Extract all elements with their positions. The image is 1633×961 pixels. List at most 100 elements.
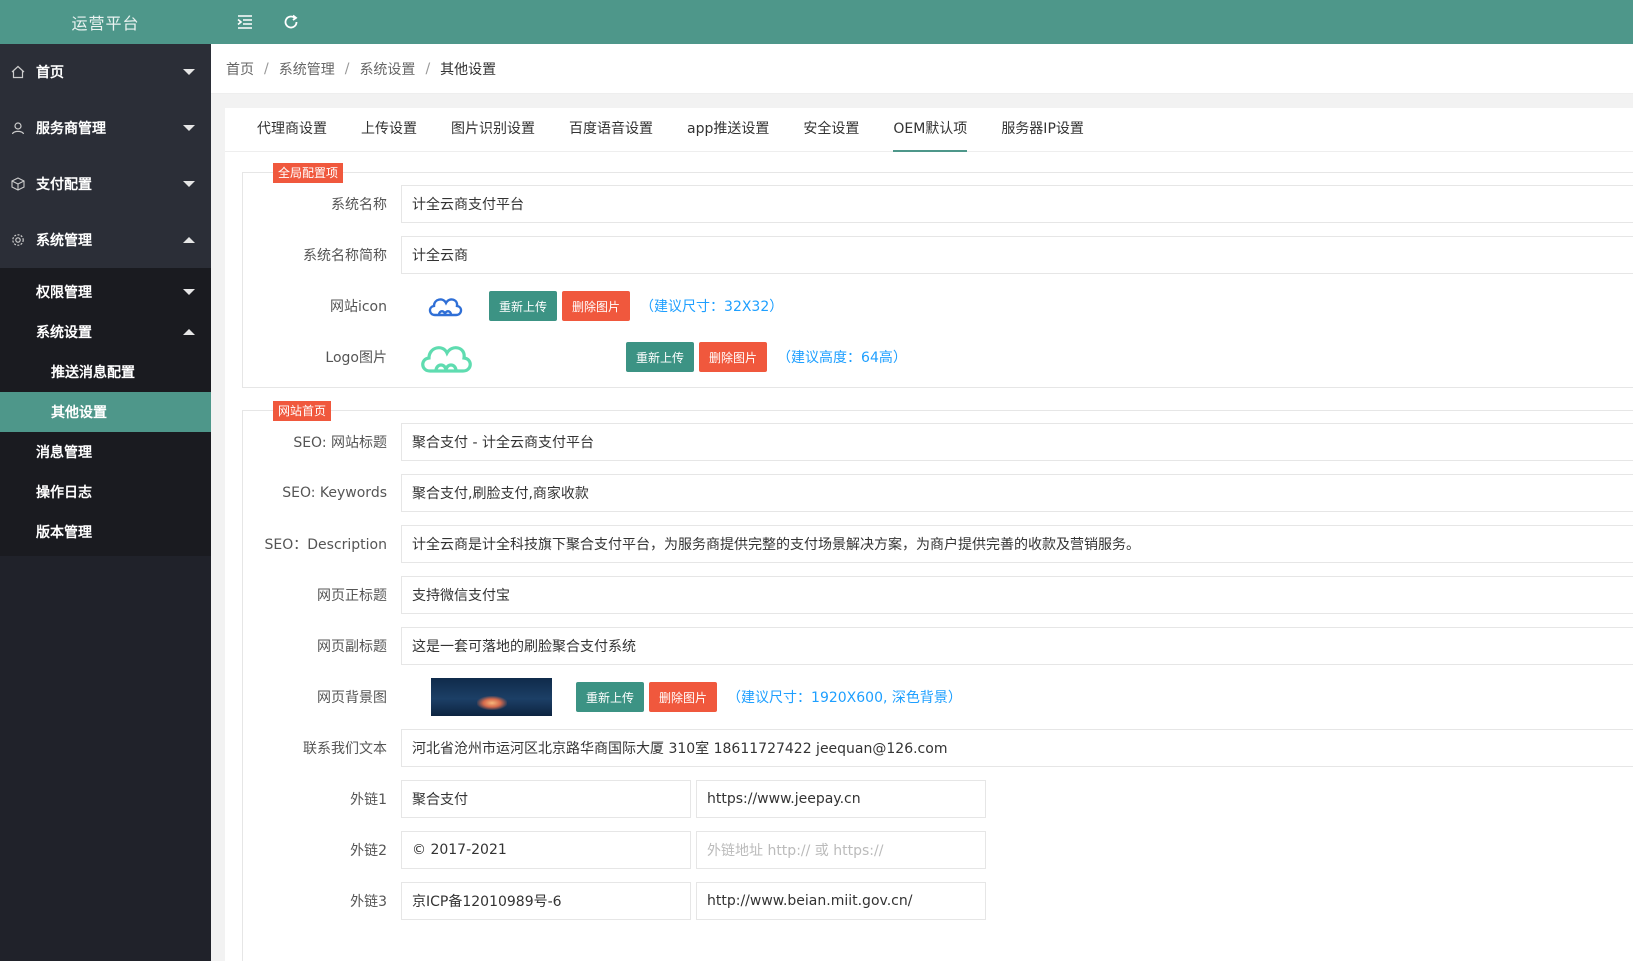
chevron-down-icon	[183, 181, 195, 187]
page-main-title-input[interactable]: 支持微信支付宝	[401, 576, 1633, 614]
sidebar-item-permission[interactable]: 权限管理	[0, 272, 211, 312]
breadcrumb-current: 其他设置	[440, 61, 497, 78]
user-icon	[10, 120, 26, 136]
sidebar-item-label: 首页	[36, 65, 64, 81]
delete-icon-button[interactable]: 删除图片	[562, 291, 631, 321]
logo-preview	[411, 339, 481, 375]
chevron-up-icon	[183, 237, 195, 243]
field-label: 网站icon	[329, 299, 387, 315]
tab-app-push[interactable]: app推送设置	[670, 107, 786, 151]
chevron-down-icon	[183, 289, 195, 295]
field-label: 系统名称简称	[303, 248, 387, 264]
sidebar-item-label: 消息管理	[36, 445, 92, 461]
chevron-down-icon	[183, 125, 195, 131]
sidebar-item-push-config[interactable]: 推送消息配置	[0, 352, 211, 392]
sidebar-item-home[interactable]: 首页	[0, 44, 211, 100]
indent-icon	[237, 15, 252, 29]
sidebar-item-payment-config[interactable]: 支付配置	[0, 156, 211, 212]
field-label: 外链1	[350, 792, 387, 808]
gear-icon	[10, 232, 26, 248]
refresh-button[interactable]	[273, 4, 309, 40]
chevron-down-icon	[183, 69, 195, 75]
sidebar-item-system-settings[interactable]: 系统设置	[0, 312, 211, 352]
icon-size-hint: （建议尺寸：32X32）	[640, 299, 784, 315]
field-label: SEO: Keywords	[282, 485, 387, 501]
field-label: 系统名称	[331, 197, 387, 213]
sidebar-item-providers[interactable]: 服务商管理	[0, 100, 211, 156]
field-label: SEO：Description	[264, 537, 388, 553]
tab-oem-defaults[interactable]: OEM默认项	[876, 107, 984, 152]
breadcrumb-item[interactable]: 系统管理	[279, 59, 335, 79]
field-label: 外链3	[350, 894, 387, 910]
link1-url-input[interactable]: https://www.jeepay.cn	[696, 780, 986, 818]
sidebar-item-label: 操作日志	[36, 485, 92, 501]
seo-description-input[interactable]: 计全云商是计全科技旗下聚合支付平台，为服务商提供完整的支付场景解决方案，为商户提…	[401, 525, 1633, 563]
sidebar-submenu-system: 权限管理 系统设置 推送消息配置 其他设置 消息管理 操作日志 版本管理	[0, 268, 211, 556]
tab-server-ip[interactable]: 服务器IP设置	[984, 107, 1101, 151]
settings-card: 代理商设置 上传设置 图片识别设置 百度语音设置 app推送设置 安全设置 OE…	[225, 108, 1633, 961]
background-image-preview	[431, 678, 552, 716]
breadcrumb: 首页 / 系统管理 / 系统设置 / 其他设置	[211, 44, 1633, 94]
field-label: 网页副标题	[317, 639, 387, 655]
sidebar-item-label: 其他设置	[51, 405, 107, 421]
tab-baidu-voice[interactable]: 百度语音设置	[552, 107, 670, 151]
link1-name-input[interactable]: 聚合支付	[401, 780, 691, 818]
sidebar-item-label: 系统管理	[36, 233, 92, 249]
sidebar-item-version[interactable]: 版本管理	[0, 512, 211, 552]
field-label: 外链2	[350, 843, 387, 859]
settings-tabs: 代理商设置 上传设置 图片识别设置 百度语音设置 app推送设置 安全设置 OE…	[225, 108, 1633, 152]
reupload-icon-button[interactable]: 重新上传	[489, 291, 558, 321]
cloud-logo-icon	[421, 346, 472, 373]
global-config-section: 全局配置项 系统名称 计全云商支付平台 系统名称简称 计全云商 网站icon 重…	[242, 163, 1633, 388]
delete-logo-button[interactable]: 删除图片	[699, 342, 768, 372]
sidebar-item-label: 支付配置	[36, 177, 92, 193]
field-label: 网页正标题	[317, 588, 387, 604]
link2-name-input[interactable]: © 2017-2021	[401, 831, 691, 869]
sidebar-item-label: 推送消息配置	[51, 365, 135, 381]
delete-bg-button[interactable]: 删除图片	[649, 682, 718, 712]
sidebar-item-oplog[interactable]: 操作日志	[0, 472, 211, 512]
field-label: SEO: 网站标题	[293, 435, 387, 451]
system-short-name-input[interactable]: 计全云商	[401, 236, 1633, 274]
page-subtitle-input[interactable]: 这是一套可落地的刷脸聚合支付系统	[401, 627, 1633, 665]
section-legend: 网站首页	[273, 401, 332, 421]
tab-agent[interactable]: 代理商设置	[240, 107, 344, 151]
sidebar-nav: 首页 服务商管理 支付配置 系统管理	[0, 44, 211, 268]
sidebar-item-other-settings[interactable]: 其他设置	[0, 392, 211, 432]
sidebar-item-messages[interactable]: 消息管理	[0, 432, 211, 472]
sidebar-item-label: 系统设置	[36, 325, 92, 341]
seo-title-input[interactable]: 聚合支付 - 计全云商支付平台	[401, 423, 1633, 461]
sidebar-item-label: 版本管理	[36, 525, 92, 541]
chevron-up-icon	[183, 329, 195, 335]
menu-toggle-button[interactable]	[227, 4, 263, 40]
tab-upload[interactable]: 上传设置	[344, 107, 434, 151]
tab-image-recognition[interactable]: 图片识别设置	[434, 107, 552, 151]
contact-text-input[interactable]: 河北省沧州市运河区北京路华商国际大厦 310室 18611727422 jeeq…	[401, 729, 1633, 767]
cloud-logo-icon	[428, 298, 463, 317]
refresh-icon	[284, 14, 298, 29]
home-icon	[10, 64, 26, 80]
field-label: Logo图片	[325, 350, 387, 366]
reupload-logo-button[interactable]: 重新上传	[626, 342, 695, 372]
app-title: 运营平台	[0, 0, 211, 44]
reupload-bg-button[interactable]: 重新上传	[576, 682, 645, 712]
section-legend: 全局配置项	[273, 163, 344, 183]
site-icon-preview	[415, 293, 475, 319]
sidebar-item-system[interactable]: 系统管理	[0, 212, 211, 268]
breadcrumb-item[interactable]: 系统设置	[359, 59, 415, 79]
website-home-section: 网站首页 SEO: 网站标题 聚合支付 - 计全云商支付平台 SEO: Keyw…	[242, 401, 1633, 961]
sidebar: 运营平台 首页 服务商管理 支付配置 系统管理 权限管理 系统设置 推送消息配置…	[0, 0, 211, 961]
sidebar-item-label: 服务商管理	[36, 121, 106, 137]
top-header	[211, 0, 1633, 44]
tab-security[interactable]: 安全设置	[786, 107, 876, 151]
sidebar-item-label: 权限管理	[36, 285, 92, 301]
logo-size-hint: （建议高度：64高）	[777, 350, 907, 366]
system-name-input[interactable]: 计全云商支付平台	[401, 185, 1633, 223]
link3-name-input[interactable]: 京ICP备12010989号-6	[401, 882, 691, 920]
seo-keywords-input[interactable]: 聚合支付,刷脸支付,商家收款	[401, 474, 1633, 512]
bg-size-hint: （建议尺寸：1920X600, 深色背景）	[727, 690, 962, 706]
breadcrumb-item[interactable]: 首页	[226, 59, 254, 79]
cube-icon	[10, 176, 26, 192]
link3-url-input[interactable]: http://www.beian.miit.gov.cn/	[696, 882, 986, 920]
link2-url-input[interactable]: 外链地址 http:// 或 https://	[696, 831, 986, 869]
